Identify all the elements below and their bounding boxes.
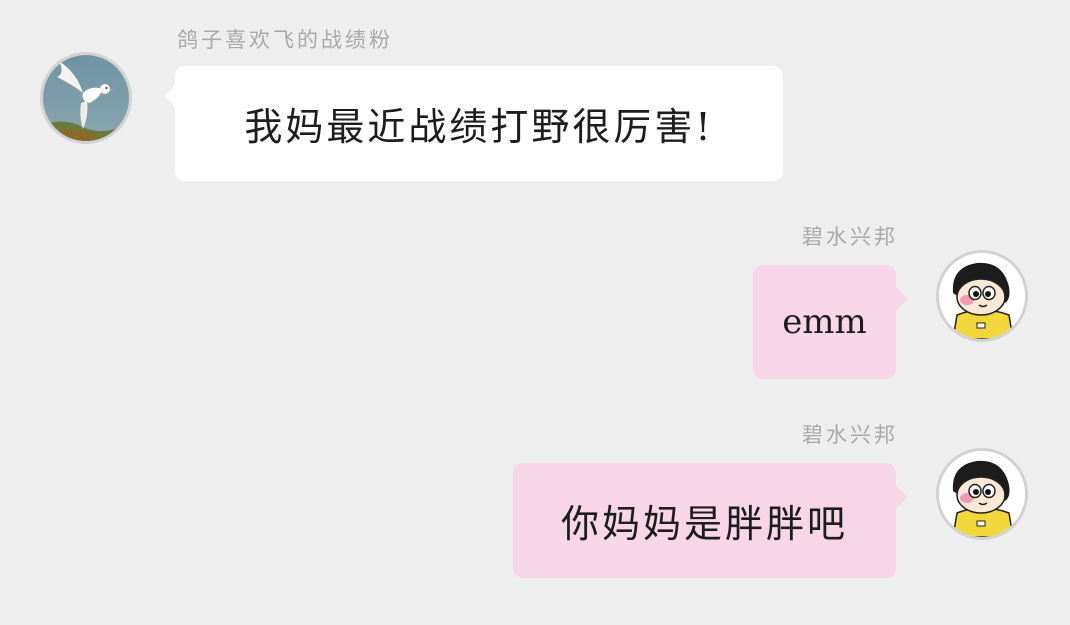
message-text: emm [782, 302, 867, 342]
message-bubble[interactable]: emm [753, 265, 896, 379]
message-row: 碧水兴邦 emm [0, 210, 1070, 390]
cartoon-boy-avatar-icon[interactable] [936, 448, 1028, 540]
message-row: 碧水兴邦 你妈妈是胖胖吧 [0, 408, 1070, 608]
sender-name: 碧水兴邦 [802, 423, 898, 447]
sender-name: 碧水兴邦 [802, 225, 898, 249]
message-text: 我妈最近战绩打野很厉害! [244, 105, 714, 149]
message-bubble[interactable]: 你妈妈是胖胖吧 [513, 463, 896, 578]
message-row: 鸽子喜欢飞的战绩粉 我妈最近战绩打野很厉害! [0, 0, 1070, 200]
sender-name: 鸽子喜欢飞的战绩粉 [177, 28, 393, 52]
dove-avatar-icon[interactable] [40, 52, 132, 144]
message-text: 你妈妈是胖胖吧 [560, 502, 848, 546]
message-bubble[interactable]: 我妈最近战绩打野很厉害! [175, 66, 783, 181]
cartoon-boy-avatar-icon[interactable] [936, 250, 1028, 342]
